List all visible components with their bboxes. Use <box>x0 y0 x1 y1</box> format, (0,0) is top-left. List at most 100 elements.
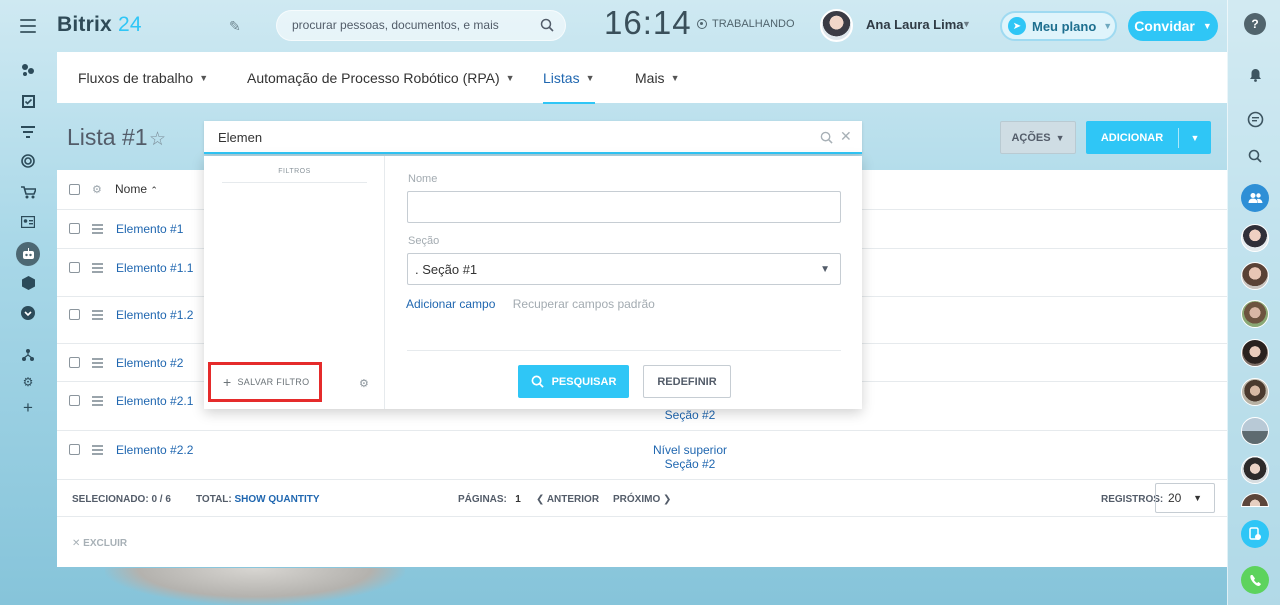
add-button[interactable]: ADICIONAR ▼ <box>1086 121 1211 154</box>
table-row[interactable]: Elemento #2.2 Nível superior Seção #2 <box>57 431 1227 480</box>
phone-icon[interactable] <box>1241 566 1269 594</box>
settings-gear-icon[interactable]: ⚙ <box>19 373 37 391</box>
row-name-link[interactable]: Elemento #1.1 <box>116 261 193 275</box>
chevron-down-icon: ▼ <box>1055 132 1065 143</box>
group-chat-icon[interactable] <box>1241 184 1269 212</box>
sitemap-icon[interactable] <box>19 346 37 364</box>
filter-search-bar[interactable]: Elemen ✕ <box>204 121 862 154</box>
row-checkbox[interactable] <box>69 262 80 273</box>
column-name-header[interactable]: Nome ⌃ <box>115 182 158 196</box>
drag-handle-icon[interactable] <box>92 263 103 275</box>
records-value: 20 <box>1168 491 1182 505</box>
work-status[interactable]: TRABALHANDO <box>697 18 795 30</box>
drag-handle-icon[interactable] <box>92 445 103 457</box>
row-checkbox[interactable] <box>69 444 80 455</box>
current-page[interactable]: 1 <box>515 494 521 505</box>
avatar[interactable] <box>1241 378 1269 406</box>
avatar[interactable] <box>1241 456 1269 484</box>
close-icon[interactable]: ✕ <box>840 128 852 145</box>
chevron-down-icon[interactable]: ▼ <box>962 19 971 29</box>
chat-icon[interactable] <box>1242 106 1268 132</box>
help-icon[interactable]: ? <box>1244 13 1266 35</box>
row-name-link[interactable]: Elemento #1.2 <box>116 308 193 322</box>
contact-card-icon[interactable] <box>19 213 37 231</box>
activity-stream-icon[interactable] <box>19 61 37 79</box>
row-name-link[interactable]: Elemento #2.1 <box>116 394 193 408</box>
row-checkbox[interactable] <box>69 395 80 406</box>
gear-icon[interactable]: ⚙ <box>92 183 102 196</box>
show-quantity-link[interactable]: SHOW QUANTITY <box>235 494 320 505</box>
pencil-icon[interactable]: ✎ <box>229 18 241 35</box>
records-per-page-select[interactable]: 20 ▼ <box>1155 483 1215 513</box>
global-search[interactable] <box>276 10 566 41</box>
tab-lists[interactable]: Listas ▼ <box>543 70 595 104</box>
box-icon[interactable] <box>19 274 37 292</box>
row-parent-link[interactable]: Nível superior <box>642 443 738 457</box>
robot-icon[interactable] <box>16 242 40 266</box>
row-checkbox[interactable] <box>69 357 80 368</box>
reset-button[interactable]: REDEFINIR <box>643 365 731 398</box>
row-section-link[interactable]: Seção #2 <box>657 457 723 471</box>
drag-handle-icon[interactable] <box>92 310 103 322</box>
logo[interactable]: Bitrix 24 <box>57 13 142 37</box>
delete-button[interactable]: ✕ EXCLUIR <box>72 538 127 549</box>
prev-page-button[interactable]: ❮ ANTERIOR <box>536 494 599 505</box>
more-chevron-icon[interactable] <box>19 304 37 322</box>
drag-handle-icon[interactable] <box>92 224 103 236</box>
row-section-link[interactable]: Seção #2 <box>657 408 723 422</box>
target-icon[interactable] <box>19 152 37 170</box>
actions-button[interactable]: AÇÕES ▼ <box>1000 121 1076 154</box>
search-icon[interactable] <box>1242 143 1268 169</box>
drag-handle-icon[interactable] <box>92 358 103 370</box>
row-name-link[interactable]: Elemento #2 <box>116 356 183 370</box>
grid-footer: SELECIONADO: 0 / 6 TOTAL: SHOW QUANTITY … <box>57 480 1227 517</box>
name-field[interactable] <box>407 191 841 223</box>
gear-icon[interactable]: ⚙ <box>359 377 369 390</box>
records-label: REGISTROS: <box>1101 494 1164 505</box>
divider <box>407 350 841 351</box>
tab-rpa[interactable]: Automação de Processo Robótico (RPA) ▼ <box>247 70 515 86</box>
avatar[interactable] <box>1241 493 1269 507</box>
add-field-link[interactable]: Adicionar campo <box>406 297 495 311</box>
drag-handle-icon[interactable] <box>92 396 103 408</box>
avatar[interactable] <box>1241 339 1269 367</box>
tab-more[interactable]: Mais ▼ <box>635 70 679 86</box>
menu-icon[interactable] <box>20 19 36 37</box>
filter-funnel-icon[interactable] <box>19 123 37 141</box>
plus-icon[interactable]: + <box>19 398 37 417</box>
search-icon[interactable] <box>540 18 554 32</box>
filters-heading: FILTROS <box>222 168 367 183</box>
next-page-button[interactable]: PRÓXIMO ❯ <box>613 494 671 505</box>
open-lines-icon[interactable] <box>1241 520 1269 548</box>
tab-workflows[interactable]: Fluxos de trabalho ▼ <box>78 70 208 86</box>
chevron-down-icon[interactable]: ▼ <box>1179 133 1211 143</box>
search-button[interactable]: PESQUISAR <box>518 365 629 398</box>
invite-button[interactable]: Convidar ▼ <box>1128 11 1218 41</box>
user-name[interactable]: Ana Laura Lima <box>866 17 964 32</box>
row-name-link[interactable]: Elemento #1 <box>116 222 183 236</box>
restore-fields-link[interactable]: Recuperar campos padrão <box>513 297 655 311</box>
row-checkbox[interactable] <box>69 309 80 320</box>
search-icon[interactable] <box>820 131 833 144</box>
work-status-label: TRABALHANDO <box>712 18 795 30</box>
star-icon[interactable]: ☆ <box>149 128 166 151</box>
row-checkbox[interactable] <box>69 223 80 234</box>
avatar[interactable] <box>1241 417 1269 445</box>
tasks-icon[interactable] <box>19 92 37 110</box>
section-select[interactable]: . Seção #1 ▼ <box>407 253 841 285</box>
avatar[interactable] <box>1241 300 1269 328</box>
cart-icon[interactable] <box>19 183 37 201</box>
selected-value: 0 / 6 <box>151 494 171 505</box>
save-filter-button[interactable]: + SALVAR FILTRO <box>208 362 322 402</box>
bell-icon[interactable] <box>1242 62 1268 88</box>
row-name-link[interactable]: Elemento #2.2 <box>116 443 193 457</box>
my-plan-button[interactable]: ➤ Meu plano ▼ <box>1000 11 1117 41</box>
filter-search-input[interactable]: Elemen <box>218 130 262 145</box>
total-count: TOTAL: SHOW QUANTITY <box>196 494 320 505</box>
search-input[interactable] <box>292 18 532 32</box>
avatar[interactable] <box>820 9 853 42</box>
clock[interactable]: 16:14 <box>604 4 692 42</box>
select-all-checkbox[interactable] <box>69 184 80 195</box>
avatar[interactable] <box>1241 262 1269 290</box>
avatar[interactable] <box>1241 224 1269 252</box>
